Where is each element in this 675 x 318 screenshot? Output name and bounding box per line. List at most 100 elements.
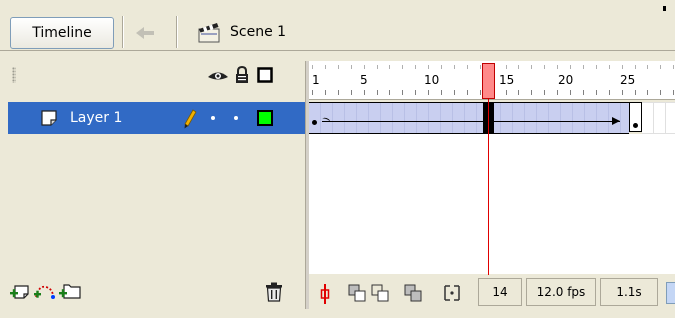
layer-list-empty-area (8, 134, 305, 274)
ruler-tick (337, 65, 339, 69)
ruler-tick (570, 65, 571, 69)
playhead-line (488, 99, 489, 275)
onion-skin-icon[interactable] (348, 284, 366, 302)
ruler-tick (608, 90, 610, 95)
toolbar-separator (122, 16, 124, 48)
ruler-tick (595, 90, 597, 95)
eye-icon[interactable] (207, 69, 229, 86)
start-keyframe-dot[interactable] (312, 120, 317, 125)
ruler-tick (531, 90, 533, 95)
ruler-tick (673, 65, 675, 69)
timeline-button[interactable]: Timeline (10, 17, 114, 49)
ruler-tick (634, 65, 636, 69)
trash-icon[interactable] (265, 282, 283, 305)
modify-onion-markers-icon[interactable] (443, 284, 461, 302)
ruler-tick (350, 65, 352, 69)
ruler-tick (544, 90, 546, 95)
layer-panel-header (8, 61, 305, 89)
add-motion-guide-icon[interactable] (33, 281, 57, 304)
ruler-tick (466, 90, 468, 95)
ruler-tick (660, 65, 662, 69)
pencil-icon (183, 109, 197, 132)
ruler-label: 10 (424, 73, 440, 87)
ruler-tick (570, 90, 571, 95)
ruler-tick (402, 65, 404, 69)
ruler-tick (582, 65, 584, 69)
timeline-toolbar: Timeline Scene 1 (0, 0, 675, 51)
ruler-tick (324, 65, 326, 69)
ruler-label: 20 (558, 73, 574, 87)
ruler-tick (428, 65, 430, 69)
ruler-tick (621, 90, 623, 95)
clapperboard-icon (196, 19, 222, 45)
ruler-tick (312, 65, 313, 69)
playhead[interactable] (482, 63, 495, 99)
ruler-tick (312, 90, 313, 95)
ruler-tick (415, 90, 417, 95)
ruler-tick (376, 65, 378, 69)
ruler-tick (479, 90, 481, 95)
ruler-tick (350, 90, 352, 95)
outline-square-icon[interactable] (257, 67, 273, 86)
current-frame-field: 14 (478, 278, 522, 306)
ruler-tick (363, 90, 365, 95)
edit-multiple-frames-icon[interactable] (404, 284, 422, 302)
ruler-tick (647, 65, 649, 69)
ruler-label: 15 (499, 73, 515, 87)
ruler-tick (660, 90, 662, 95)
end-keyframe[interactable] (629, 102, 642, 132)
elapsed-time-field: 1.1s (600, 278, 658, 306)
ruler-label: 25 (620, 73, 636, 87)
ruler-tick (531, 65, 533, 69)
ruler-tick (337, 90, 339, 95)
ruler-tick (402, 90, 404, 95)
tween-frame-span[interactable] (309, 102, 629, 134)
timeline-empty-area (309, 134, 675, 274)
corner-mark (663, 6, 666, 11)
ruler-tick (505, 65, 507, 69)
motion-tween-arrow (322, 121, 620, 122)
ruler-tick (595, 65, 597, 69)
ruler-label: 5 (360, 73, 368, 87)
ruler-tick (389, 65, 391, 69)
ruler-tick (673, 90, 675, 95)
ruler-tick (608, 65, 610, 69)
frame-rate-field[interactable]: 12.0 fps (526, 278, 596, 306)
onion-skin-outlines-icon[interactable] (371, 284, 389, 302)
ruler-tick (466, 65, 468, 69)
empty-frames[interactable] (642, 102, 675, 134)
ruler-tick (363, 65, 365, 69)
insert-folder-icon[interactable] (58, 281, 82, 304)
ruler-tick (647, 90, 649, 95)
layer-row[interactable]: Layer 1 (8, 102, 305, 134)
ruler-tick (453, 65, 455, 69)
layer-name[interactable]: Layer 1 (70, 110, 122, 126)
center-frame-icon[interactable] (316, 283, 334, 304)
ruler-tick (518, 90, 520, 95)
ruler-label: 1 (312, 73, 320, 87)
ruler-tick (582, 90, 584, 95)
panel-grip[interactable] (12, 67, 16, 83)
lock-icon[interactable] (235, 65, 249, 87)
insert-layer-icon[interactable] (9, 283, 31, 304)
ruler-tick (544, 65, 546, 69)
ruler-tick (324, 90, 326, 95)
ruler-tick (389, 90, 391, 95)
ruler-tick (441, 65, 442, 69)
horizontal-scrollbar[interactable] (666, 282, 675, 304)
outline-color-square[interactable] (257, 110, 273, 126)
ruler-tick (441, 90, 442, 95)
keyframe-dot (633, 123, 638, 128)
ruler-tick (415, 65, 417, 69)
back-arrow-icon[interactable] (132, 22, 158, 44)
lock-dot[interactable] (234, 116, 238, 120)
scene-label[interactable]: Scene 1 (230, 24, 286, 40)
ruler-tick (557, 65, 559, 69)
ruler-tick (479, 65, 481, 69)
toolbar-separator (176, 16, 178, 48)
tween-arrowhead (612, 117, 620, 125)
ruler-tick (428, 90, 430, 95)
visibility-dot[interactable] (211, 116, 215, 120)
ruler-tick (557, 90, 559, 95)
layer-panel-footer (8, 275, 305, 309)
